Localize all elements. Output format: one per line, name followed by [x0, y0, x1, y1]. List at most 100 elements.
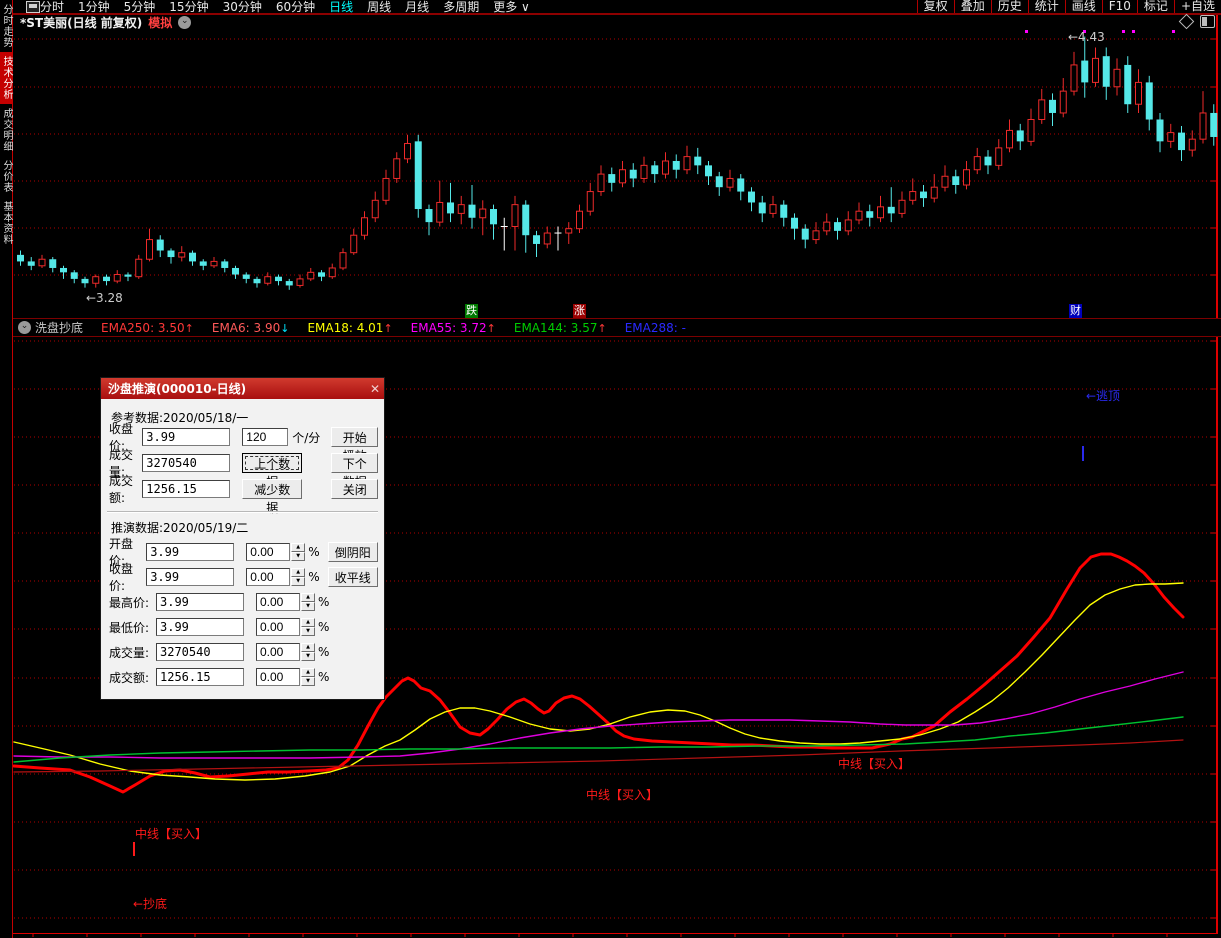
- ema-value-EMA18: EMA18: 4.01↑: [307, 320, 393, 335]
- percent-input[interactable]: [256, 618, 300, 636]
- sim-input-成交量[interactable]: [156, 643, 244, 661]
- left-sidebar: 分时走势 技术分析 成交明细 分价表 基本资料: [0, 0, 13, 938]
- field-label: 最低价:: [109, 620, 150, 635]
- simulation-badge: 模拟: [148, 15, 173, 30]
- event-badge-财[interactable]: 财: [1069, 304, 1082, 318]
- diamond-icon[interactable]: [1178, 13, 1195, 30]
- escape-top-label: ←逃顶: [1086, 389, 1121, 403]
- spin-up-icon[interactable]: ▲: [291, 568, 306, 577]
- menu-item-分时[interactable]: 分时: [40, 1, 64, 13]
- menu-item-复权[interactable]: 复权: [916, 0, 954, 13]
- menu-item-更多[interactable]: 更多 ∨: [493, 1, 530, 13]
- spin-down-icon[interactable]: ▼: [301, 677, 315, 686]
- speed-input[interactable]: [242, 428, 289, 446]
- midline-buy-label-2: 中线【买入】: [586, 788, 659, 802]
- chevron-down-circle-icon[interactable]: ⌄: [178, 15, 192, 29]
- sim-input-最高价[interactable]: [156, 593, 244, 611]
- menu-item-标记[interactable]: 标记: [1136, 0, 1174, 13]
- signal-tick-1: [1082, 446, 1084, 461]
- percent-stepper: ▲▼: [256, 643, 315, 661]
- midline-buy-label-1: 中线【买入】: [838, 757, 911, 771]
- menu-item-30分钟[interactable]: 30分钟: [223, 1, 262, 13]
- sim-input-开盘价[interactable]: [146, 543, 235, 561]
- invert-candle-button[interactable]: 倒阴阳: [327, 542, 378, 562]
- sim-input-成交额[interactable]: [156, 668, 244, 686]
- percent-input[interactable]: [256, 668, 300, 686]
- field-label: 成交额:: [109, 474, 134, 505]
- spin-down-icon[interactable]: ▼: [291, 577, 306, 586]
- speed-unit: 个/分: [292, 430, 321, 445]
- menu-item-1分钟[interactable]: 1分钟: [78, 1, 110, 13]
- ema-value-EMA250: EMA250: 3.50↑: [101, 320, 194, 335]
- field-label: 收盘价:: [109, 562, 134, 593]
- high-price-label: ←4.43: [1068, 30, 1105, 44]
- percent-stepper: ▲▼: [246, 568, 306, 586]
- ref-row-收盘价: 收盘价:个/分开始播放: [109, 422, 378, 463]
- menu-item-画线[interactable]: 画线: [1064, 0, 1102, 13]
- layout-grid-icon[interactable]: [26, 1, 40, 13]
- menu-item-15分钟[interactable]: 15分钟: [169, 1, 208, 13]
- simulation-data-header: 推演数据:2020/05/19/二: [111, 521, 249, 535]
- menu-item-+自选[interactable]: +自选: [1173, 0, 1221, 13]
- menu-item-5分钟[interactable]: 5分钟: [124, 1, 156, 13]
- spin-up-icon[interactable]: ▲: [301, 593, 315, 602]
- dialog-title-bar[interactable]: 沙盘推演(000010-日线) ✕: [101, 378, 384, 399]
- event-badge-跌[interactable]: 跌: [465, 304, 478, 318]
- spin-up-icon[interactable]: ▲: [301, 643, 315, 652]
- title-bar: *ST美丽(日线 前复权) 模拟 ⌄: [12, 13, 1221, 30]
- percent-stepper: ▲▼: [256, 618, 315, 636]
- sidebar-tab-成交明细[interactable]: 成交明细: [0, 104, 12, 156]
- percent-input[interactable]: [246, 543, 291, 561]
- sidebar-tab-分时走势[interactable]: 分时走势: [0, 0, 12, 52]
- field-label: 成交额:: [109, 670, 150, 685]
- menu-item-60分钟[interactable]: 60分钟: [276, 1, 315, 13]
- close-icon[interactable]: ✕: [366, 382, 384, 396]
- stepper-arrows: ▲ ▼: [291, 543, 306, 561]
- ref-input-收盘价[interactable]: [142, 428, 231, 446]
- ref-input-成交量[interactable]: [142, 454, 231, 472]
- spin-down-icon[interactable]: ▼: [301, 627, 315, 636]
- menu-item-多周期[interactable]: 多周期: [443, 1, 479, 13]
- spin-down-icon[interactable]: ▼: [291, 552, 306, 561]
- spin-up-icon[interactable]: ▲: [291, 543, 306, 552]
- ref-input-成交额[interactable]: [142, 480, 231, 498]
- percent-input[interactable]: [256, 593, 300, 611]
- menu-item-月线[interactable]: 月线: [405, 1, 429, 13]
- ema-value-EMA6: EMA6: 3.90↓: [211, 320, 290, 335]
- prev-data-button[interactable]: 上个数据: [242, 453, 303, 489]
- mid-cell: 减少数据: [242, 479, 331, 515]
- ema-value-EMA288: EMA288: -: [624, 320, 686, 335]
- sim-input-收盘价[interactable]: [146, 568, 235, 586]
- menu-item-统计[interactable]: 统计: [1027, 0, 1065, 13]
- menu-item-日线[interactable]: 日线: [329, 1, 353, 13]
- sidebar-tab-基本资料[interactable]: 基本资料: [0, 197, 12, 249]
- event-badge-涨[interactable]: 涨: [573, 304, 586, 318]
- sim-input-最低价[interactable]: [156, 618, 244, 636]
- indicator-header: ⌄ 洗盘抄底 EMA250: 3.50↑ EMA6: 3.90↓ EMA18: 4.…: [12, 318, 1221, 337]
- close-button[interactable]: 关闭: [331, 479, 378, 499]
- sim-row-最低价: 最低价: ▲▼%: [109, 617, 378, 637]
- play-button[interactable]: 开始播放: [331, 427, 378, 463]
- chevron-down-circle-icon[interactable]: ⌄: [18, 321, 31, 334]
- spin-up-icon[interactable]: ▲: [301, 668, 315, 677]
- stepper-arrows: ▲ ▼: [291, 568, 306, 586]
- menu-item-周线[interactable]: 周线: [367, 1, 391, 13]
- sidebar-tab-分价表[interactable]: 分价表: [0, 156, 12, 197]
- mid-cell: 个/分: [242, 428, 331, 446]
- spin-down-icon[interactable]: ▼: [301, 652, 315, 661]
- reduce-data-button[interactable]: 减少数据: [242, 479, 303, 515]
- menu-item-F10[interactable]: F10: [1101, 0, 1137, 13]
- split-panes-icon[interactable]: [1200, 15, 1215, 28]
- stepper-arrows: ▲ ▼: [301, 593, 315, 611]
- flat-close-button[interactable]: 收平线: [327, 567, 378, 587]
- menu-item-叠加[interactable]: 叠加: [953, 0, 991, 13]
- spin-down-icon[interactable]: ▼: [301, 602, 315, 611]
- next-data-button[interactable]: 下个数据: [331, 453, 378, 489]
- percent-input[interactable]: [246, 568, 291, 586]
- percent-input[interactable]: [256, 643, 300, 661]
- sidebar-tab-技术分析[interactable]: 技术分析: [0, 52, 12, 104]
- indicator-name[interactable]: ⌄ 洗盘抄底: [18, 319, 83, 336]
- menu-item-历史[interactable]: 历史: [990, 0, 1028, 13]
- spin-up-icon[interactable]: ▲: [301, 618, 315, 627]
- divider: [107, 511, 378, 513]
